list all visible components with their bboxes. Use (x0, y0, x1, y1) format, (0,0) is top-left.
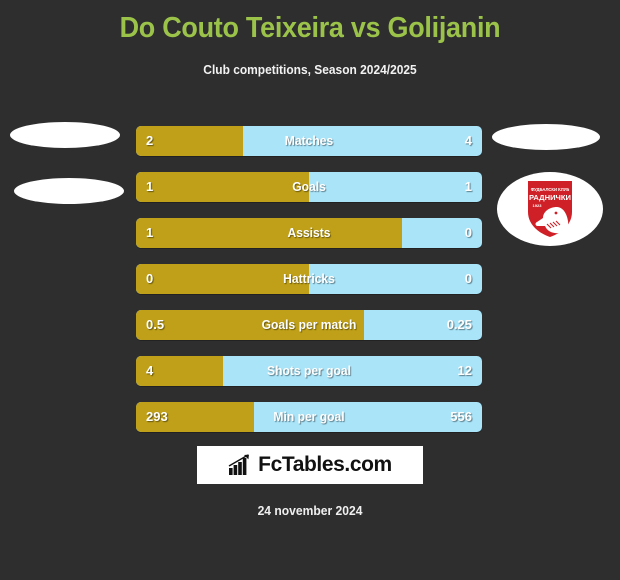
away-value: 0 (464, 271, 472, 286)
away-club-crest: ФУДБАЛСКИ КЛУБ РАДНИЧКИ 1923 (497, 172, 603, 246)
stat-label: Shots per goal (267, 363, 351, 378)
table-row: 1 Goals 1 (136, 172, 482, 202)
brand-text: FcTables.com (258, 453, 392, 476)
stat-label: Goals per match (261, 317, 357, 332)
stat-bars-list: 2 Matches 4 1 Goals 1 1 Assists 0 0 Hatt… (136, 126, 482, 448)
table-row: 0 Hattricks 0 (136, 264, 482, 294)
table-row: 4 Shots per goal 12 (136, 356, 482, 386)
generated-date: 24 november 2024 (257, 503, 363, 518)
fctables-brand-logo[interactable]: FcTables.com (197, 446, 423, 484)
table-row: 0.5 Goals per match 0.25 (136, 310, 482, 340)
away-value: 0 (464, 225, 472, 240)
away-value: 12 (457, 363, 472, 378)
stat-comparison-graphic: Do Couto Teixeira vs Golijanin Club comp… (0, 0, 620, 580)
fk-radnicki-crest-icon: ФУДБАЛСКИ КЛУБ РАДНИЧКИ 1923 (525, 178, 575, 240)
table-row: 293 Min per goal 556 (136, 402, 482, 432)
away-value: 556 (450, 409, 472, 424)
bar-chart-icon (228, 454, 250, 475)
svg-text:РАДНИЧКИ: РАДНИЧКИ (529, 193, 571, 202)
page-subtitle: Club competitions, Season 2024/2025 (203, 62, 417, 77)
stat-label: Min per goal (273, 409, 345, 424)
home-player-photo-placeholder (10, 122, 120, 148)
svg-text:1923: 1923 (533, 203, 543, 208)
stat-label: Goals (292, 179, 326, 194)
away-value: 0.25 (446, 317, 472, 332)
home-club-logo-placeholder (14, 178, 124, 204)
table-row: 2 Matches 4 (136, 126, 482, 156)
table-row: 1 Assists 0 (136, 218, 482, 248)
stat-label: Hattricks (283, 271, 335, 286)
away-value: 4 (464, 133, 472, 148)
svg-text:ФУДБАЛСКИ КЛУБ: ФУДБАЛСКИ КЛУБ (531, 187, 570, 192)
stat-label: Assists (287, 225, 331, 240)
away-value: 1 (464, 179, 472, 194)
page-title: Do Couto Teixeira vs Golijanin (119, 12, 501, 44)
stat-label: Matches (284, 133, 334, 148)
away-player-photo-placeholder (492, 124, 600, 150)
